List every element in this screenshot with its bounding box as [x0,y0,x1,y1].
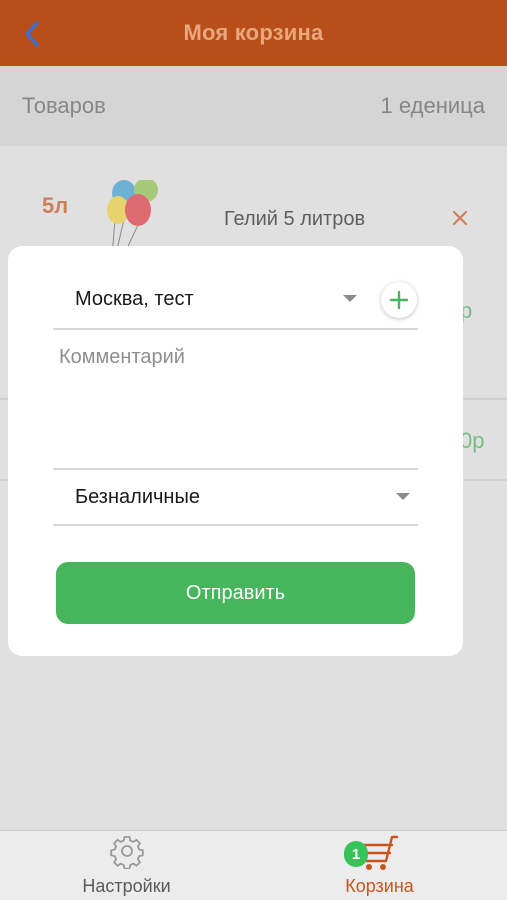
comment-placeholder: Комментарий [59,346,185,368]
back-button[interactable] [14,16,50,52]
chevron-down-icon [396,493,410,500]
payment-value: Безналичные [75,486,200,508]
page-title: Моя корзина [183,20,324,45]
address-value: Москва, тест [75,288,194,310]
chevron-down-icon [343,295,357,302]
tab-cart-label: Корзина [345,876,414,896]
address-select[interactable]: Москва, тест [53,274,418,330]
tab-settings[interactable]: Настройки [0,831,253,900]
tab-cart[interactable]: 1 Корзина [253,831,506,900]
cart-screen: Моя корзина Товаров 1 еденица 5л Гелий 5… [0,0,507,900]
payment-select[interactable]: Безналичные [53,472,418,526]
order-dialog: Москва, тест Комментарий Безналичные Отп… [8,246,463,656]
tab-bar: Настройки 1 Корзина [0,830,507,900]
navigation-bar: Моя корзина [0,0,507,66]
submit-button[interactable]: Отправить [56,562,415,624]
cart-count-badge: 1 [344,841,368,867]
plus-icon [389,290,409,310]
tab-settings-label: Настройки [82,876,171,896]
gear-icon [110,836,144,869]
chevron-left-icon [25,21,39,47]
add-address-button[interactable] [381,282,417,318]
